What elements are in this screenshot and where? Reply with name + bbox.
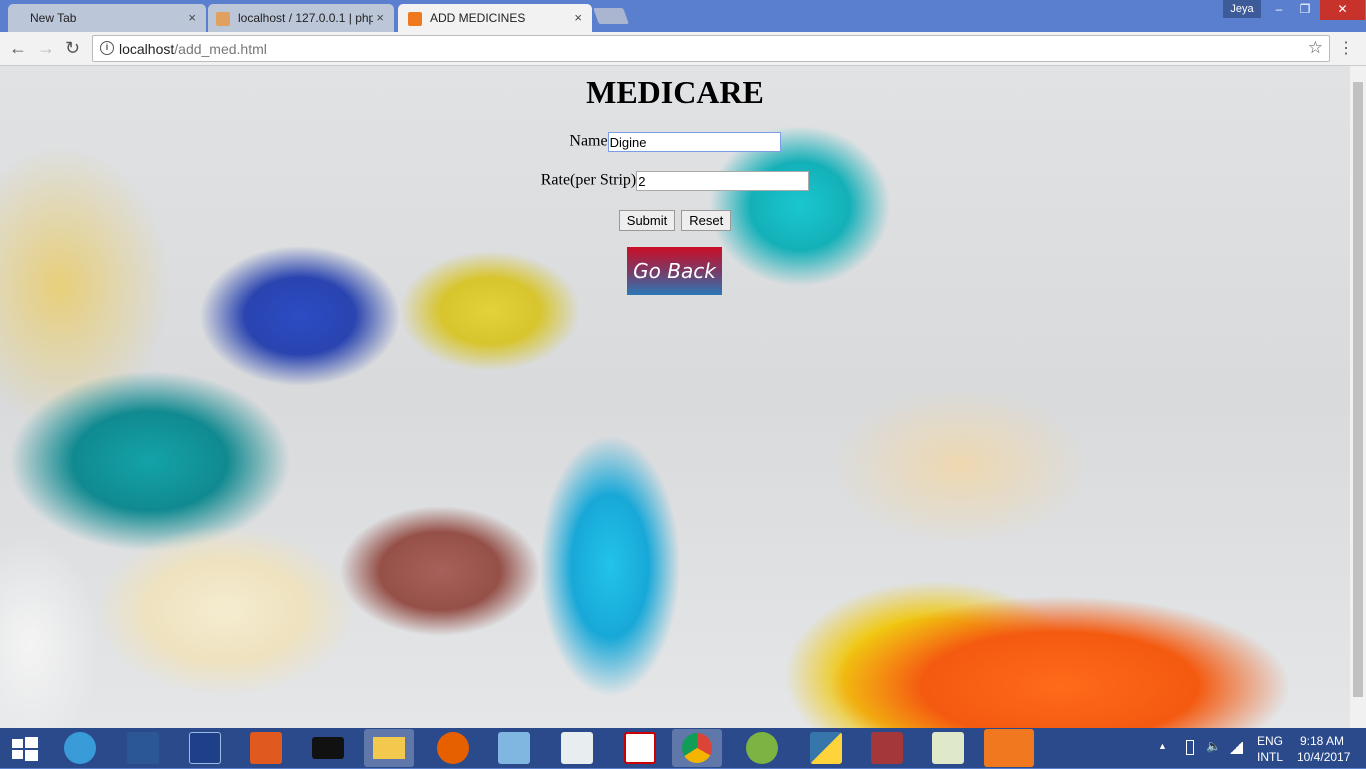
windows-start-icon[interactable] xyxy=(8,732,40,764)
taskbar: ▲ 🔈 ENG INTL 9:18 AM 10/4/2017 xyxy=(0,728,1366,768)
clock-date[interactable]: 10/4/2017 xyxy=(1297,750,1350,764)
firefox-icon[interactable] xyxy=(437,732,469,764)
vertical-scrollbar[interactable] xyxy=(1350,66,1366,728)
access-icon[interactable] xyxy=(871,732,903,764)
reload-icon[interactable]: ↻ xyxy=(65,38,80,59)
name-row: Name xyxy=(0,132,1350,152)
rate-row: Rate(per Strip) xyxy=(0,171,1350,191)
clock-time[interactable]: 9:18 AM xyxy=(1300,734,1344,748)
rate-label: Rate(per Strip) xyxy=(540,171,637,189)
close-tab-icon[interactable]: × xyxy=(188,10,196,25)
close-window-button[interactable]: ✕ xyxy=(1320,0,1365,20)
tab-label: localhost / 127.0.0.1 | php xyxy=(238,11,376,25)
tab-label: New Tab xyxy=(30,11,77,25)
info-icon[interactable]: i xyxy=(100,41,114,55)
back-icon[interactable]: ← xyxy=(9,38,27,59)
xampp-icon xyxy=(408,12,422,26)
address-bar[interactable]: i localhost/add_med.html ☆ xyxy=(92,35,1330,62)
notepad-pen-icon[interactable] xyxy=(498,732,530,764)
scrollbar-thumb[interactable] xyxy=(1353,82,1363,697)
tab-phpmyadmin[interactable]: localhost / 127.0.0.1 | php × xyxy=(208,4,394,32)
close-tab-icon[interactable]: × xyxy=(574,10,582,25)
page-title: MEDICARE xyxy=(586,74,764,110)
browser-titlebar: New Tab × localhost / 127.0.0.1 | php × … xyxy=(0,0,1366,32)
acrobat-reader-icon[interactable] xyxy=(624,732,656,764)
language-layout[interactable]: INTL xyxy=(1257,750,1283,764)
file-explorer-icon[interactable] xyxy=(364,729,414,767)
url-path: /add_med.html xyxy=(174,41,267,57)
rate-input[interactable] xyxy=(636,171,810,191)
submit-button[interactable]: Submit xyxy=(618,210,676,231)
language-code[interactable]: ENG xyxy=(1257,734,1283,748)
notepad-plus-icon[interactable] xyxy=(932,732,964,764)
name-label: Name xyxy=(569,132,608,150)
phpmyadmin-icon xyxy=(216,12,230,26)
profile-button[interactable]: Jeya xyxy=(1223,0,1261,18)
headphones-app-icon[interactable] xyxy=(250,732,282,764)
tab-new-tab[interactable]: New Tab × xyxy=(8,4,206,32)
battery-icon[interactable] xyxy=(1186,740,1194,755)
document-viewer-icon[interactable] xyxy=(561,732,593,764)
chrome-icon[interactable] xyxy=(672,729,722,767)
bookmark-star-icon[interactable]: ☆ xyxy=(1308,38,1323,58)
show-hidden-icons[interactable]: ▲ xyxy=(1158,741,1167,751)
xampp-icon[interactable] xyxy=(984,729,1034,767)
python-icon[interactable] xyxy=(810,732,842,764)
name-input[interactable] xyxy=(607,132,781,152)
close-tab-icon[interactable]: × xyxy=(373,10,384,25)
android-studio-icon[interactable] xyxy=(746,732,778,764)
new-tab-button[interactable] xyxy=(593,8,629,24)
browser-toolbar: ← → ↻ i localhost/add_med.html ☆ ⋮ xyxy=(0,32,1366,66)
minimize-button[interactable]: – xyxy=(1266,0,1292,20)
menu-icon[interactable]: ⋮ xyxy=(1338,38,1354,58)
go-back-button[interactable]: Go Back xyxy=(627,247,722,295)
word-icon[interactable] xyxy=(127,732,159,764)
page-content: MEDICARE Name Rate(per Strip) Submit Res… xyxy=(0,66,1350,728)
network-icon[interactable] xyxy=(1229,742,1243,754)
internet-explorer-icon[interactable] xyxy=(64,732,96,764)
form-buttons: Submit Reset xyxy=(0,210,1350,231)
command-prompt-icon[interactable] xyxy=(312,737,344,759)
url-host: localhost xyxy=(119,41,175,57)
tab-add-medicines[interactable]: ADD MEDICINES × xyxy=(398,4,592,32)
tab-label: ADD MEDICINES xyxy=(430,11,526,25)
restore-button[interactable]: ❐ xyxy=(1292,0,1318,20)
forward-icon[interactable]: → xyxy=(37,38,55,59)
dev-cpp-icon[interactable] xyxy=(189,732,221,764)
reset-button[interactable]: Reset xyxy=(681,210,732,231)
volume-icon[interactable]: 🔈 xyxy=(1206,739,1221,753)
